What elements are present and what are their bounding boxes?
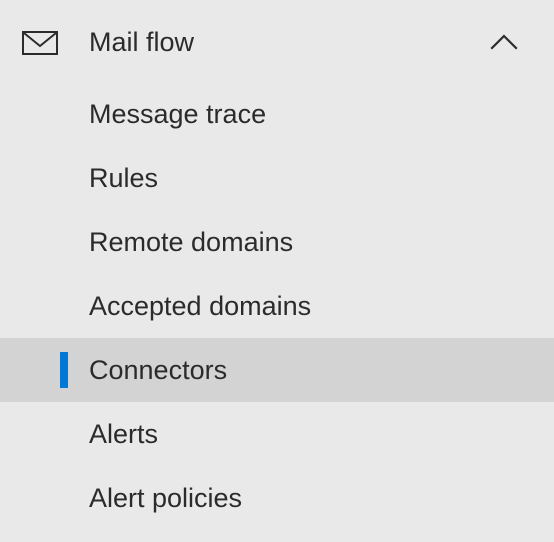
nav-item-message-trace[interactable]: Message trace [0,82,554,146]
nav-item-rules[interactable]: Rules [0,146,554,210]
mail-icon [22,31,58,55]
nav-item-connectors[interactable]: Connectors [0,338,554,402]
chevron-up-icon[interactable] [490,29,518,53]
nav-item-remote-domains[interactable]: Remote domains [0,210,554,274]
nav-item-label: Alert policies [89,483,243,513]
mail-flow-section-header[interactable]: Mail flow [0,10,554,74]
nav-item-label: Remote domains [89,227,294,257]
nav-item-alerts[interactable]: Alerts [0,402,554,466]
nav-item-label: Message trace [89,99,267,129]
nav-item-label: Accepted domains [89,291,312,321]
nav-item-label: Rules [89,163,159,193]
selected-indicator [60,352,68,388]
mail-flow-label: Mail flow [89,27,195,57]
nav-item-alert-policies[interactable]: Alert policies [0,466,554,530]
nav-item-accepted-domains[interactable]: Accepted domains [0,274,554,338]
mail-flow-submenu: Message trace Rules Remote domains Accep… [0,82,554,530]
nav-item-label: Alerts [89,419,159,449]
nav-item-label: Connectors [89,355,228,385]
mail-flow-navigation: Mail flow Message trace Rules Remote dom… [0,0,554,542]
